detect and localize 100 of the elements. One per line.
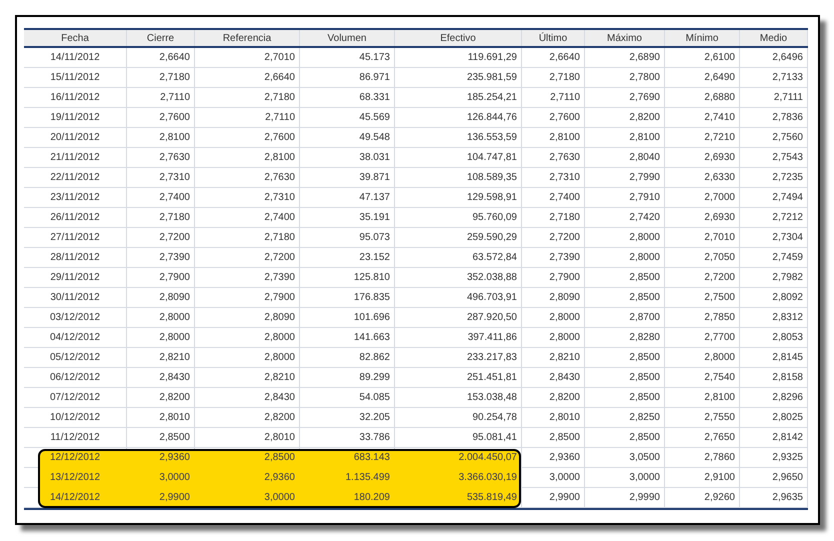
- table-cell-text: 125.810: [354, 271, 390, 285]
- table-cell-text: 2,7700: [704, 331, 735, 345]
- column-header: Efectivo: [395, 30, 522, 46]
- table-cell-text: 2,8500: [629, 351, 660, 365]
- table-cell-text: 2,8010: [264, 431, 295, 445]
- table-cell-text: 2,6880: [704, 91, 735, 105]
- table-cell-text: 2,7850: [704, 311, 735, 325]
- table-cell-text: 119.691,29: [468, 51, 517, 65]
- table-cell-text: 14/11/2012: [50, 51, 100, 65]
- table-cell-text: 2,8200: [159, 391, 190, 405]
- table-cell-text: 2,9650: [772, 471, 803, 485]
- table-cell-text: 2,8000: [159, 311, 190, 325]
- table-cell-text: 1.135.499: [346, 471, 390, 485]
- table-cell-text: 2,8280: [629, 331, 660, 345]
- column-header: Fecha: [24, 30, 127, 46]
- table-cell-text: 2,7390: [159, 251, 190, 265]
- table-cell-text: 2,9900: [549, 491, 580, 505]
- table-cell-text: 10/12/2012: [50, 411, 100, 425]
- table-cell-text: 2,7690: [629, 91, 660, 105]
- table-cell-text: 2,7180: [159, 71, 190, 85]
- table-cell-text: 141.663: [354, 331, 390, 345]
- table-cell-text: 2,9260: [704, 491, 735, 505]
- table-cell-text: 3,0000: [264, 491, 295, 505]
- table-cell-text: 2,7110: [550, 91, 580, 105]
- table-cell-text: 2,7630: [549, 151, 580, 165]
- table-cell-text: 35.191: [359, 211, 390, 225]
- table-cell-text: 2,7400: [264, 211, 295, 225]
- table-cell-text: 2,7543: [772, 151, 803, 165]
- table-cell-text: 2,8000: [629, 251, 660, 265]
- table-cell-text: 2,7180: [264, 231, 295, 245]
- table-cell-text: 49.548: [359, 131, 390, 145]
- table-cell-text: 90.254,78: [472, 411, 517, 425]
- table-cell-text: 30/11/2012: [50, 291, 100, 305]
- table-cell-text: 39.871: [359, 171, 390, 185]
- table-cell-text: 2,8142: [772, 431, 803, 445]
- table-cell-text: 05/12/2012: [50, 351, 100, 365]
- table-cell-text: 2,7459: [772, 251, 803, 265]
- table-cell-text: 3.366.030,19: [458, 471, 517, 485]
- table-cell-text: 2,6330: [704, 171, 735, 185]
- table-cell-text: 2,8200: [629, 111, 660, 125]
- table-cell-text: 2,8145: [772, 351, 803, 365]
- table-cell-text: 2,7982: [772, 271, 803, 285]
- table-cell-text: 176.835: [354, 291, 390, 305]
- table-cell-text: 2,8010: [159, 411, 190, 425]
- table-cell-text: 33.786: [359, 431, 390, 445]
- table-cell-text: 2,8025: [772, 411, 803, 425]
- table-cell-text: 2,7235: [772, 171, 803, 185]
- table-cell-text: 129.598,91: [466, 191, 517, 205]
- table-cell-text: 2,7180: [264, 91, 295, 105]
- table-cell-text: 2,8500: [629, 271, 660, 285]
- table-cell-text: 2,8092: [772, 291, 803, 305]
- table-cell-text: 2,7600: [264, 131, 295, 145]
- table-cell-text: 2,6640: [159, 51, 190, 65]
- table-cell-text: 38.031: [359, 151, 390, 165]
- table-cell-text: 23/11/2012: [50, 191, 100, 205]
- table-cell-text: 2,8200: [549, 391, 580, 405]
- table-cell-text: 2,8430: [159, 371, 190, 385]
- column-header: Medio: [740, 30, 808, 46]
- table-cell-text: 2,7400: [549, 191, 580, 205]
- table-cell-text: 2,7111: [774, 91, 803, 105]
- column-header: Último: [522, 30, 585, 46]
- table-cell-text: 2,9325: [772, 451, 803, 465]
- table-cell-text: 3,0000: [629, 471, 660, 485]
- table-cell-text: 2,8210: [159, 351, 190, 365]
- column-header: Volumen: [300, 30, 395, 46]
- table-cell-text: 104.747,81: [466, 151, 517, 165]
- table-cell-text: 22/11/2012: [50, 171, 100, 185]
- table-cell-text: 47.137: [359, 191, 390, 205]
- table-cell-text: 14/12/2012: [50, 491, 100, 505]
- table-cell-text: 2,7310: [549, 171, 580, 185]
- table-cell-text: 04/12/2012: [50, 331, 100, 345]
- table-cell-text: 2,6890: [629, 51, 660, 65]
- table-cell-text: 2,7200: [159, 231, 190, 245]
- table-cell-text: 2,7310: [159, 171, 190, 185]
- table-cell-text: 86.971: [359, 71, 390, 85]
- table-cell-text: 2,7010: [264, 51, 295, 65]
- table-cell-text: 2,7200: [264, 251, 295, 265]
- table-cell-text: 2,7200: [549, 231, 580, 245]
- table-cell-text: 185.254,21: [466, 91, 517, 105]
- table-cell-text: 153.038,48: [466, 391, 517, 405]
- table-cell-text: 2,8100: [629, 131, 660, 145]
- table-cell-text: 16/11/2012: [50, 91, 100, 105]
- table-cell-text: 2,9360: [264, 471, 295, 485]
- table-cell-text: 683.143: [354, 451, 390, 465]
- table-cell-text: 26/11/2012: [50, 211, 100, 225]
- table-cell-text: 28/11/2012: [50, 251, 100, 265]
- table-cell-text: 2,6100: [704, 51, 735, 65]
- table-cell-text: 2,6496: [772, 51, 803, 65]
- table-cell-text: 2,8158: [772, 371, 803, 385]
- table-cell-text: 2,7410: [704, 111, 735, 125]
- table-cell-text: 108.589,35: [466, 171, 517, 185]
- table-cell-text: 2,8040: [629, 151, 660, 165]
- table-cell-text: 68.331: [359, 91, 390, 105]
- table-cell-text: 23.152: [359, 251, 390, 265]
- table-cell-text: 2.004.450,07: [458, 451, 517, 465]
- table-cell-text: 2,7650: [704, 431, 735, 445]
- table-cell-text: 12/12/2012: [50, 451, 100, 465]
- table-cell-text: 251.451,81: [466, 371, 517, 385]
- table-cell-text: 2,7500: [704, 291, 735, 305]
- table-cell-text: 2,8500: [159, 431, 190, 445]
